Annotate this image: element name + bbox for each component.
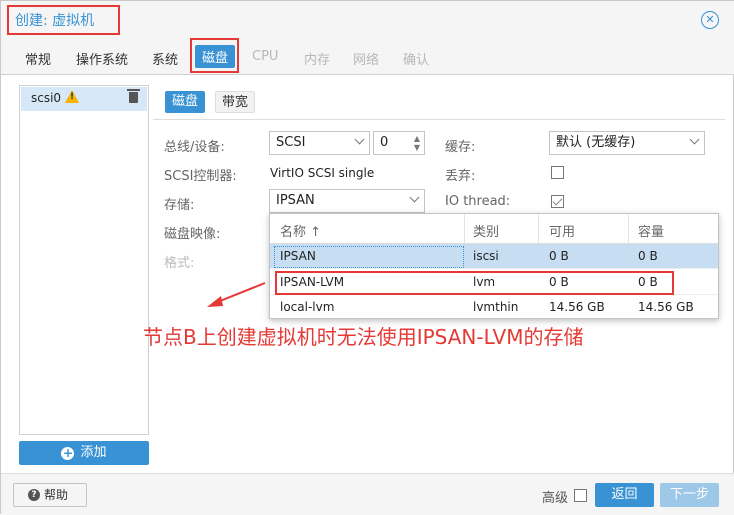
cache-value: 默认 (无缓存): [556, 135, 636, 150]
cell-total: 14.56 GB: [638, 300, 694, 314]
advanced-checkbox[interactable]: [574, 489, 587, 502]
annotation-text: 节点B上创建虚拟机时无法使用IPSAN-LVM的存储: [143, 325, 584, 349]
subtab-divider: [153, 119, 725, 120]
disk-list: scsi0: [19, 85, 149, 435]
cell-type: lvmthin: [473, 300, 519, 314]
close-icon[interactable]: ✕: [701, 11, 719, 29]
subtab-bandwidth[interactable]: 带宽: [215, 91, 255, 113]
chevron-down-icon: [409, 192, 420, 203]
tab-highlight-box: [190, 38, 239, 73]
cell-total: 0 B: [638, 249, 658, 263]
col-avail[interactable]: 可用: [549, 221, 575, 240]
plus-icon: +: [61, 446, 75, 460]
col-name[interactable]: 名称 ↑: [280, 221, 321, 240]
cell-name: local-lvm: [280, 300, 335, 314]
format-label: 格式:: [164, 256, 195, 271]
tab-confirm: 确认: [403, 53, 430, 68]
title-highlight-box: [7, 5, 120, 35]
next-button: 下一步: [660, 483, 719, 507]
tab-cpu: CPU: [252, 49, 279, 64]
col-type[interactable]: 类别: [473, 221, 499, 240]
cell-avail: 0 B: [549, 249, 569, 263]
cell-name: IPSAN: [280, 249, 316, 263]
cell-avail: 14.56 GB: [549, 300, 605, 314]
bus-select[interactable]: SCSI: [269, 131, 370, 155]
controller-label: SCSI控制器:: [164, 169, 237, 184]
grid-header: 名称 ↑ 类别 可用 容量: [270, 214, 718, 244]
advanced-label: 高级: [542, 491, 569, 506]
spinner-arrows-icon[interactable]: ▲ ▼: [414, 134, 420, 152]
disk-image-label: 磁盘映像:: [164, 227, 221, 242]
tab-system[interactable]: 系统: [152, 49, 178, 68]
tab-network: 网络: [353, 53, 380, 68]
annotation-arrow-icon: [207, 282, 266, 307]
tab-os[interactable]: 操作系统: [76, 49, 128, 68]
col-total[interactable]: 容量: [638, 221, 664, 240]
cell-type: iscsi: [473, 249, 499, 263]
controller-value: VirtIO SCSI single: [270, 166, 375, 180]
disk-item-label: scsi0: [31, 91, 62, 105]
cache-label: 缓存:: [445, 140, 476, 155]
iothread-checkbox[interactable]: [551, 195, 564, 208]
subtab-disk[interactable]: 磁盘: [165, 91, 205, 113]
chevron-down-icon: [689, 134, 700, 145]
device-spinner[interactable]: 0 ▲ ▼: [373, 131, 425, 155]
help-button[interactable]: ? 帮助: [13, 483, 87, 507]
create-vm-dialog: 创建: 虚拟机 ✕ 常规 操作系统 系统 磁盘 CPU 内存 网络 确认 scs…: [0, 0, 734, 515]
col-divider: [464, 214, 465, 244]
add-disk-button[interactable]: + 添加: [19, 441, 149, 465]
back-button[interactable]: 返回: [595, 483, 654, 507]
tab-general[interactable]: 常规: [25, 49, 51, 68]
wizard-tabs: 常规 操作系统 系统 磁盘 CPU 内存 网络 确认: [1, 41, 734, 75]
storage-select[interactable]: IPSAN: [269, 189, 425, 213]
warning-icon: [65, 90, 79, 103]
trash-icon[interactable]: [127, 89, 140, 103]
storage-dropdown-grid: 名称 ↑ 类别 可用 容量 IPSAN iscsi 0 B 0 B IPSAN-…: [269, 213, 719, 319]
table-row[interactable]: local-lvm lvmthin 14.56 GB 14.56 GB: [270, 295, 718, 320]
disk-list-item[interactable]: scsi0: [21, 87, 147, 111]
device-value: 0: [380, 135, 389, 150]
question-icon: ?: [28, 489, 40, 501]
add-button-label: 添加: [80, 445, 107, 460]
cache-select[interactable]: 默认 (无缓存): [549, 131, 705, 155]
help-label: 帮助: [44, 488, 69, 502]
iothread-label: IO thread:: [445, 194, 511, 209]
storage-value: IPSAN: [276, 193, 315, 208]
discard-label: 丢弃:: [445, 169, 476, 184]
row-highlight-box: [275, 271, 674, 295]
storage-label: 存储:: [164, 198, 195, 213]
bus-value: SCSI: [276, 135, 306, 150]
chevron-down-icon: [354, 134, 365, 145]
table-row[interactable]: IPSAN iscsi 0 B 0 B: [270, 244, 718, 269]
title-bar: 创建: 虚拟机 ✕: [1, 1, 734, 41]
bus-label: 总线/设备:: [164, 140, 225, 155]
dialog-footer: ? 帮助 高级 返回 下一步: [1, 473, 734, 515]
col-divider: [628, 214, 629, 244]
col-divider: [538, 214, 539, 244]
discard-checkbox[interactable]: [551, 166, 564, 179]
tab-memory: 内存: [304, 53, 331, 68]
